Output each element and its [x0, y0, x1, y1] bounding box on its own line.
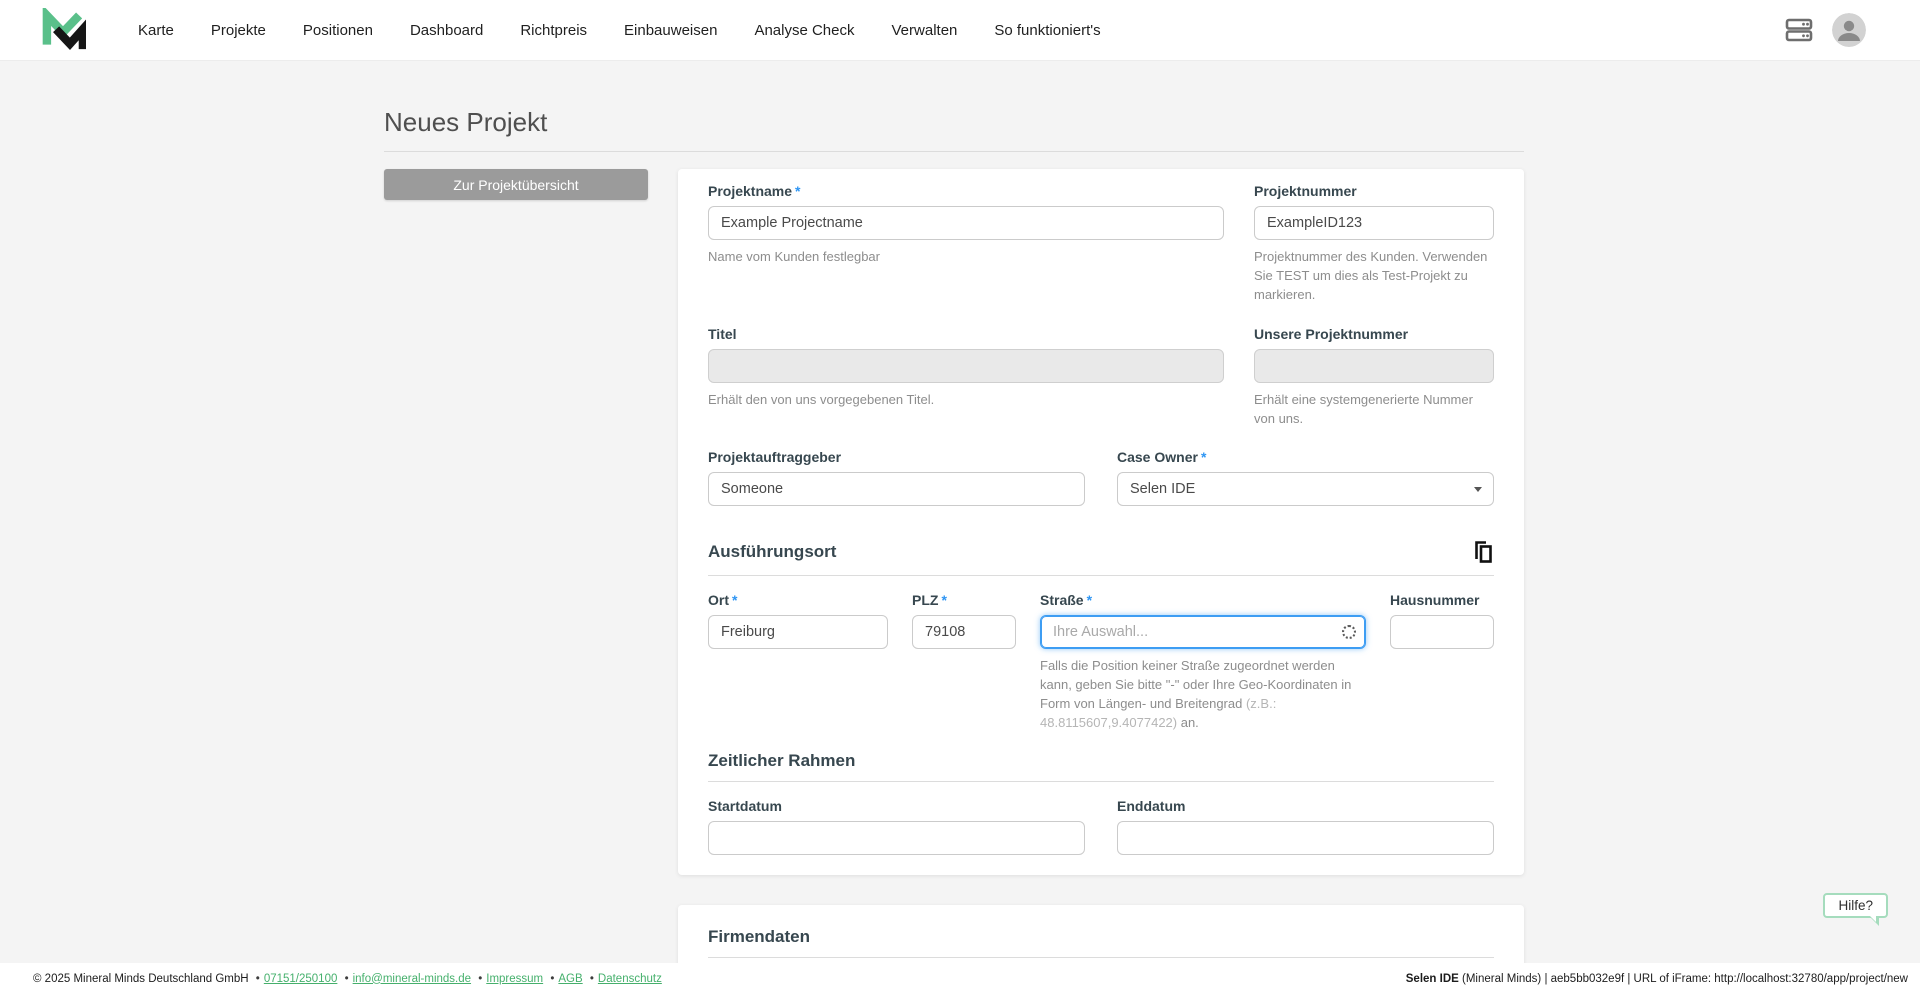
field-startdatum: Startdatum: [708, 798, 1085, 855]
mineral-minds-logo-icon[interactable]: [40, 8, 86, 52]
projektnummer-input[interactable]: [1254, 206, 1494, 240]
server-status-icon[interactable]: [1784, 17, 1814, 43]
case-owner-label: Case Owner: [1117, 449, 1198, 465]
ort-label: Ort: [708, 592, 729, 608]
footer-status-user: Selen IDE: [1406, 973, 1459, 985]
footer-datenschutz-link[interactable]: Datenschutz: [598, 973, 662, 985]
main-nav: Karte Projekte Positionen Dashboard Rich…: [138, 22, 1138, 39]
unsere-projektnummer-label: Unsere Projektnummer: [1254, 326, 1494, 343]
loading-spinner-icon: [1342, 625, 1356, 639]
section-ausfuehrungsort-title: Ausführungsort: [708, 542, 836, 562]
strasse-label: Straße: [1040, 592, 1084, 608]
field-projektauftraggeber: Projektauftraggeber: [708, 449, 1085, 506]
enddatum-input[interactable]: [1117, 821, 1494, 855]
project-overview-button[interactable]: Zur Projektübersicht: [384, 169, 648, 200]
nav-einbauweisen[interactable]: Einbauweisen: [624, 22, 717, 39]
app-footer: © 2025 Mineral Minds Deutschland GmbH •0…: [0, 963, 1920, 994]
page-title: Neues Projekt: [384, 107, 1524, 152]
nav-analyse-check[interactable]: Analyse Check: [754, 22, 854, 39]
nav-verwalten[interactable]: Verwalten: [892, 22, 958, 39]
user-avatar-icon[interactable]: [1832, 13, 1866, 47]
nav-dashboard[interactable]: Dashboard: [410, 22, 483, 39]
projektname-label: Projektname: [708, 183, 792, 199]
help-button[interactable]: Hilfe?: [1823, 893, 1888, 918]
ort-input[interactable]: [708, 615, 888, 649]
strasse-hint: Falls die Position keiner Straße zugeord…: [1040, 656, 1366, 732]
hausnummer-label: Hausnummer: [1390, 592, 1494, 609]
field-hausnummer: Hausnummer: [1390, 592, 1494, 732]
field-ort: Ort*: [708, 592, 888, 732]
startdatum-input[interactable]: [708, 821, 1085, 855]
projektnummer-label: Projektnummer: [1254, 183, 1494, 200]
chevron-down-icon: [1474, 487, 1482, 492]
titel-hint: Erhält den von uns vorgegebenen Titel.: [708, 390, 1224, 409]
strasse-input[interactable]: [1040, 615, 1366, 649]
required-marker: *: [941, 592, 946, 608]
nav-richtpreis[interactable]: Richtpreis: [520, 22, 587, 39]
unsere-projektnummer-hint: Erhält eine systemgenerierte Nummer von …: [1254, 390, 1494, 428]
header-right: [1784, 13, 1866, 47]
required-marker: *: [1087, 592, 1092, 608]
footer-agb-link[interactable]: AGB: [558, 973, 582, 985]
required-marker: *: [795, 183, 800, 199]
case-owner-value: Selen IDE: [1130, 481, 1195, 497]
case-owner-select[interactable]: Selen IDE: [1117, 472, 1494, 506]
left-column: Zur Projektübersicht: [384, 169, 648, 200]
section-firmendaten-title: Firmendaten: [708, 927, 810, 947]
enddatum-label: Enddatum: [1117, 798, 1494, 815]
right-column: Projektname* Name vom Kunden festlegbar …: [678, 169, 1524, 994]
project-form-card: Projektname* Name vom Kunden festlegbar …: [678, 169, 1524, 875]
field-titel: Titel Erhält den von uns vorgegebenen Ti…: [708, 326, 1224, 428]
field-plz: PLZ*: [912, 592, 1016, 732]
nav-positionen[interactable]: Positionen: [303, 22, 373, 39]
plz-input[interactable]: [912, 615, 1016, 649]
footer-left: © 2025 Mineral Minds Deutschland GmbH •0…: [33, 973, 662, 985]
footer-status: Selen IDE (Mineral Minds) | aeb5bb032e9f…: [1406, 973, 1908, 985]
field-projektnummer: Projektnummer Projektnummer des Kunden. …: [1254, 183, 1494, 304]
projektauftraggeber-label: Projektauftraggeber: [708, 449, 1085, 466]
field-unsere-projektnummer: Unsere Projektnummer Erhält eine systemg…: [1254, 326, 1494, 428]
required-marker: *: [1201, 449, 1206, 465]
footer-copyright: © 2025 Mineral Minds Deutschland GmbH: [33, 973, 249, 985]
projektauftraggeber-input[interactable]: [708, 472, 1085, 506]
copy-location-icon[interactable]: [1472, 539, 1494, 565]
projektnummer-hint: Projektnummer des Kunden. Verwenden Sie …: [1254, 247, 1494, 304]
nav-so-funktionierts[interactable]: So funktioniert's: [994, 22, 1100, 39]
section-zeitlicher-rahmen-title: Zeitlicher Rahmen: [708, 751, 855, 771]
nav-karte[interactable]: Karte: [138, 22, 174, 39]
field-projektname: Projektname* Name vom Kunden festlegbar: [708, 183, 1224, 304]
footer-impressum-link[interactable]: Impressum: [486, 973, 543, 985]
unsere-projektnummer-input: [1254, 349, 1494, 383]
plz-label: PLZ: [912, 592, 938, 608]
startdatum-label: Startdatum: [708, 798, 1085, 815]
nav-projekte[interactable]: Projekte: [211, 22, 266, 39]
titel-label: Titel: [708, 326, 1224, 343]
titel-input: [708, 349, 1224, 383]
required-marker: *: [732, 592, 737, 608]
projektname-input[interactable]: [708, 206, 1224, 240]
footer-status-rest: (Mineral Minds) | aeb5bb032e9f | URL of …: [1459, 973, 1908, 985]
projektname-hint: Name vom Kunden festlegbar: [708, 247, 1224, 266]
footer-phone-link[interactable]: 07151/250100: [264, 973, 338, 985]
field-enddatum: Enddatum: [1117, 798, 1494, 855]
field-strasse: Straße* Falls die Position keiner Straße…: [1040, 592, 1366, 732]
footer-email-link[interactable]: info@mineral-minds.de: [353, 973, 471, 985]
hausnummer-input[interactable]: [1390, 615, 1494, 649]
app-header: Karte Projekte Positionen Dashboard Rich…: [0, 0, 1920, 61]
main-content: Neues Projekt Zur Projektübersicht Proje…: [384, 61, 1524, 994]
field-case-owner: Case Owner* Selen IDE: [1117, 449, 1494, 506]
